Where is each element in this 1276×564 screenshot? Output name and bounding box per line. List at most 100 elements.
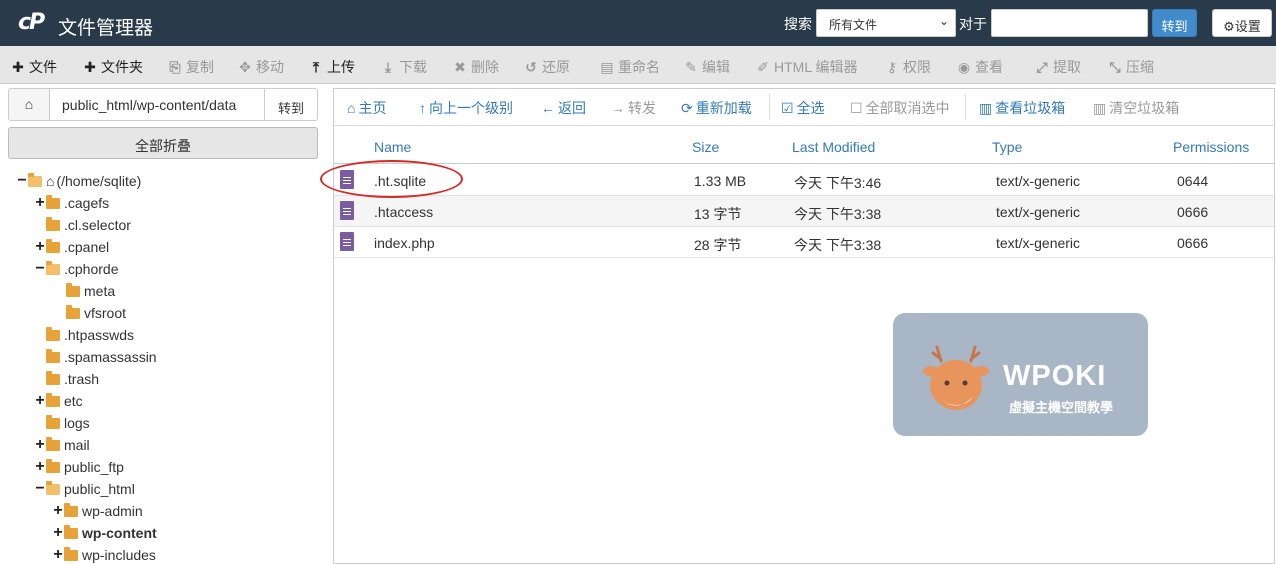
pencil-icon: ✎ [685, 59, 697, 75]
view-trash-button[interactable]: ▥ 查看垃圾箱 [979, 98, 1065, 118]
expand-toggle-icon[interactable]: + [52, 525, 64, 541]
tree-item-label[interactable]: .cagefs [64, 195, 109, 211]
expand-toggle-icon[interactable]: + [34, 437, 46, 453]
table-row[interactable]: index.php 28 字节 今天 下午3:38 text/x-generic… [334, 227, 1274, 258]
expand-toggle-icon[interactable]: + [52, 503, 64, 519]
tree-item-label[interactable]: .cl.selector [64, 217, 131, 233]
plus-icon: ✚ [12, 59, 24, 75]
unselect-all-button[interactable]: ☐ 全部取消选中 [850, 98, 950, 118]
permissions-button[interactable]: ⚷ 权限 [884, 57, 931, 77]
tree-item-spamassassin[interactable]: .spamassassin [34, 347, 157, 367]
tree-item-cpanel[interactable]: + .cpanel [34, 237, 109, 257]
highlight-circle [320, 160, 463, 198]
up-one-level-button[interactable]: ↑ 向上一个级别 [419, 98, 513, 118]
collapse-toggle-icon[interactable]: − [34, 481, 46, 497]
tree-item-etc[interactable]: + etc [34, 391, 83, 411]
file-name[interactable]: index.php [374, 235, 435, 251]
tree-item-cl-selector[interactable]: .cl.selector [34, 215, 131, 235]
path-input[interactable]: public_html/wp-content/data [49, 88, 265, 121]
new-file-button[interactable]: ✚ 文件 [10, 57, 57, 77]
file-table-header: Name Size Last Modified Type Permissions [334, 131, 1274, 164]
tree-item-public-html[interactable]: − public_html [34, 479, 135, 499]
tree-item-label[interactable]: .cphorde [64, 261, 118, 277]
column-type[interactable]: Type [992, 139, 1022, 155]
tree-item-cphorde[interactable]: − .cphorde [34, 259, 118, 279]
compress-button[interactable]: ⤡ 压缩 [1107, 57, 1154, 77]
reload-button[interactable]: ⟳ 重新加载 [681, 98, 752, 118]
tree-item-trash[interactable]: .trash [34, 369, 99, 389]
tree-item-meta[interactable]: meta [54, 281, 115, 301]
expand-toggle-icon[interactable]: + [34, 459, 46, 475]
tree-item-label[interactable]: public_ftp [64, 459, 124, 475]
collapse-all-button[interactable]: 全部折叠 [8, 127, 318, 159]
settings-label: 设置 [1234, 19, 1261, 34]
file-name[interactable]: .htaccess [374, 204, 433, 220]
html-editor-button[interactable]: ✐ HTML 编辑器 [755, 57, 857, 77]
expand-toggle-icon[interactable]: + [52, 547, 64, 563]
search-input[interactable] [991, 9, 1148, 37]
back-button[interactable]: ← 返回 [541, 98, 586, 118]
folder-icon [64, 546, 78, 561]
delete-button[interactable]: ✖ 删除 [452, 57, 499, 77]
copy-button[interactable]: ⎘ 复制 [167, 57, 214, 77]
search-go-button[interactable]: 转到 [1152, 9, 1197, 37]
tree-item-label[interactable]: vfsroot [84, 305, 126, 321]
tree-item-wp-content[interactable]: + wp-content [52, 523, 157, 543]
tree-item-home[interactable]: − ⌂ (/home/sqlite) [16, 171, 141, 191]
tree-item-htpasswds[interactable]: .htpasswds [34, 325, 134, 345]
column-permissions[interactable]: Permissions [1173, 139, 1249, 155]
new-folder-button[interactable]: ✚ 文件夹 [82, 57, 143, 77]
empty-trash-button[interactable]: ▥ 清空垃圾箱 [1093, 98, 1179, 118]
tree-item-logs[interactable]: logs [34, 413, 90, 433]
tree-item-label[interactable]: meta [84, 283, 115, 299]
tree-item-label[interactable]: wp-content [82, 525, 157, 541]
tree-item-public-ftp[interactable]: + public_ftp [34, 457, 124, 477]
expand-toggle-icon[interactable]: + [34, 195, 46, 211]
forward-button[interactable]: → 转发 [611, 98, 656, 118]
collapse-toggle-icon[interactable]: − [16, 173, 28, 189]
view-button[interactable]: ◉ 查看 [956, 57, 1003, 77]
tree-item-label[interactable]: wp-includes [82, 547, 156, 563]
table-row[interactable]: .ht.sqlite 1.33 MB 今天 下午3:46 text/x-gene… [334, 165, 1274, 196]
tree-item-cagefs[interactable]: + .cagefs [34, 193, 109, 213]
path-home-button[interactable]: ⌂ [8, 88, 50, 121]
tree-item-label[interactable]: mail [64, 437, 90, 453]
tree-item-label[interactable]: .spamassassin [64, 349, 157, 365]
tree-item-label[interactable]: .cpanel [64, 239, 109, 255]
tree-item-label[interactable]: etc [64, 393, 83, 409]
expand-toggle-icon[interactable]: + [34, 393, 46, 409]
move-button[interactable]: ✥ 移动 [237, 57, 284, 77]
extract-button[interactable]: ⤢ 提取 [1034, 57, 1081, 77]
cpanel-logo[interactable]: cP [18, 10, 45, 35]
tree-item-label[interactable]: (/home/sqlite) [56, 173, 141, 189]
column-last-modified[interactable]: Last Modified [792, 139, 875, 155]
file-icon [340, 232, 354, 251]
column-size[interactable]: Size [692, 139, 719, 155]
expand-toggle-icon[interactable]: + [34, 239, 46, 255]
tree-item-vfsroot[interactable]: vfsroot [54, 303, 126, 323]
restore-button[interactable]: ↺ 还原 [523, 57, 570, 77]
settings-button[interactable]: ⚙设置 [1212, 9, 1272, 37]
rename-button[interactable]: ▤ 重命名 [599, 57, 660, 77]
home-nav-button[interactable]: ⌂ 主页 [347, 98, 386, 118]
edit-button[interactable]: ✎ 编辑 [683, 57, 730, 77]
tree-item-label[interactable]: wp-admin [82, 503, 143, 519]
tree-item-label[interactable]: public_html [64, 481, 135, 497]
table-row[interactable]: .htaccess 13 字节 今天 下午3:38 text/x-generic… [334, 196, 1274, 227]
path-go-button[interactable]: 转到 [264, 88, 318, 121]
download-button[interactable]: ⤓ 下载 [380, 57, 427, 77]
tree-item-mail[interactable]: + mail [34, 435, 90, 455]
tree-item-wp-includes[interactable]: + wp-includes [52, 545, 156, 564]
tree-item-wp-admin[interactable]: + wp-admin [52, 501, 143, 521]
collapse-toggle-icon[interactable]: − [34, 261, 46, 277]
tree-item-label[interactable]: logs [64, 415, 90, 431]
watermark-badge: WPOKI 虛擬主機空間教學 [893, 313, 1148, 436]
column-name[interactable]: Name [374, 139, 411, 155]
upload-button[interactable]: ⤒ 上传 [308, 57, 355, 77]
folder-icon [46, 238, 60, 253]
search-scope-select[interactable]: 所有文件 ⌄ [816, 9, 956, 37]
tree-item-label[interactable]: .htpasswds [64, 327, 134, 343]
gear-icon: ⚙ [1223, 19, 1235, 34]
tree-item-label[interactable]: .trash [64, 371, 99, 387]
select-all-button[interactable]: ☑ 全选 [781, 98, 825, 118]
